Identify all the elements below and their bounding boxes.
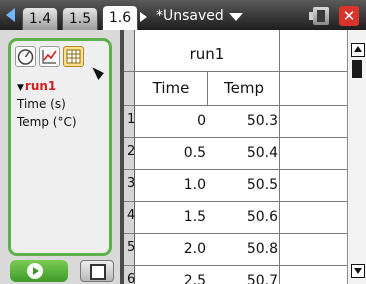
gauge-icon[interactable]: [15, 46, 36, 67]
tab-1-5[interactable]: 1.5: [62, 7, 98, 30]
table-icon[interactable]: [63, 46, 84, 67]
cell-time[interactable]: 2.0: [135, 238, 206, 260]
cell-temp[interactable]: 50.8: [208, 238, 278, 260]
cell-temp[interactable]: 50.5: [208, 174, 278, 196]
row-divider: [124, 105, 347, 106]
variable-temp[interactable]: Temp (°C): [17, 113, 77, 131]
document-title[interactable]: *Unsaved: [156, 8, 224, 24]
battery-icon: [309, 7, 329, 25]
column-header-time[interactable]: Time: [135, 79, 207, 97]
row-divider: [124, 201, 347, 202]
close-icon[interactable]: ✕: [339, 6, 359, 26]
cell-temp[interactable]: 50.4: [208, 142, 278, 164]
document-menu-caret-icon[interactable]: [229, 13, 243, 21]
variable-list: ▼run1 Time (s) Temp (°C): [17, 77, 77, 131]
previous-page-icon[interactable]: [6, 8, 15, 22]
cell-temp[interactable]: 50.7: [208, 270, 278, 284]
cell-time[interactable]: 0: [135, 110, 206, 132]
store-icon: [90, 264, 106, 280]
scroll-down-icon[interactable]: [351, 264, 365, 278]
cell-time[interactable]: 2.5: [135, 270, 206, 284]
column-divider: [279, 30, 280, 284]
data-table: run1 Time Temp 1 0 50.3 2 0.5 50.4 3 1.0…: [124, 30, 347, 284]
cell-time[interactable]: 0.5: [135, 142, 206, 164]
tab-1-4[interactable]: 1.4: [22, 7, 58, 30]
run-row[interactable]: ▼run1: [17, 77, 77, 95]
row-divider: [124, 137, 347, 138]
run-label: run1: [24, 79, 57, 93]
expand-caret-icon[interactable]: ▼: [17, 83, 24, 93]
scroll-thumb[interactable]: [352, 60, 362, 78]
vertical-scrollbar[interactable]: [347, 30, 366, 284]
sidebar-frame: ▼run1 Time (s) Temp (°C): [8, 38, 112, 256]
row-divider: [124, 169, 347, 170]
row-divider: [124, 265, 347, 266]
next-page-icon[interactable]: [140, 12, 147, 22]
start-collection-button[interactable]: [10, 260, 68, 282]
run-header[interactable]: run1: [135, 45, 279, 63]
data-sidebar: ▼run1 Time (s) Temp (°C): [0, 30, 120, 284]
row-divider: [124, 233, 347, 234]
cell-time[interactable]: 1.0: [135, 174, 206, 196]
variable-time[interactable]: Time (s): [17, 95, 77, 113]
main-area: ▼run1 Time (s) Temp (°C) run1 Time Temp: [0, 30, 366, 284]
graph-icon[interactable]: [39, 46, 60, 67]
tab-1-6[interactable]: 1.6: [102, 5, 138, 31]
cell-temp[interactable]: 50.6: [208, 206, 278, 228]
tab-bar: 1.4 1.5 1.6 *Unsaved ✕: [0, 0, 366, 31]
cell-temp[interactable]: 50.3: [208, 110, 278, 132]
cell-time[interactable]: 1.5: [135, 206, 206, 228]
column-header-temp[interactable]: Temp: [208, 79, 280, 97]
pointer-cursor-icon: [92, 63, 106, 81]
scroll-up-icon[interactable]: [351, 43, 365, 57]
store-data-button[interactable]: [80, 260, 114, 282]
play-icon: [27, 263, 43, 279]
header-divider: [124, 71, 347, 72]
